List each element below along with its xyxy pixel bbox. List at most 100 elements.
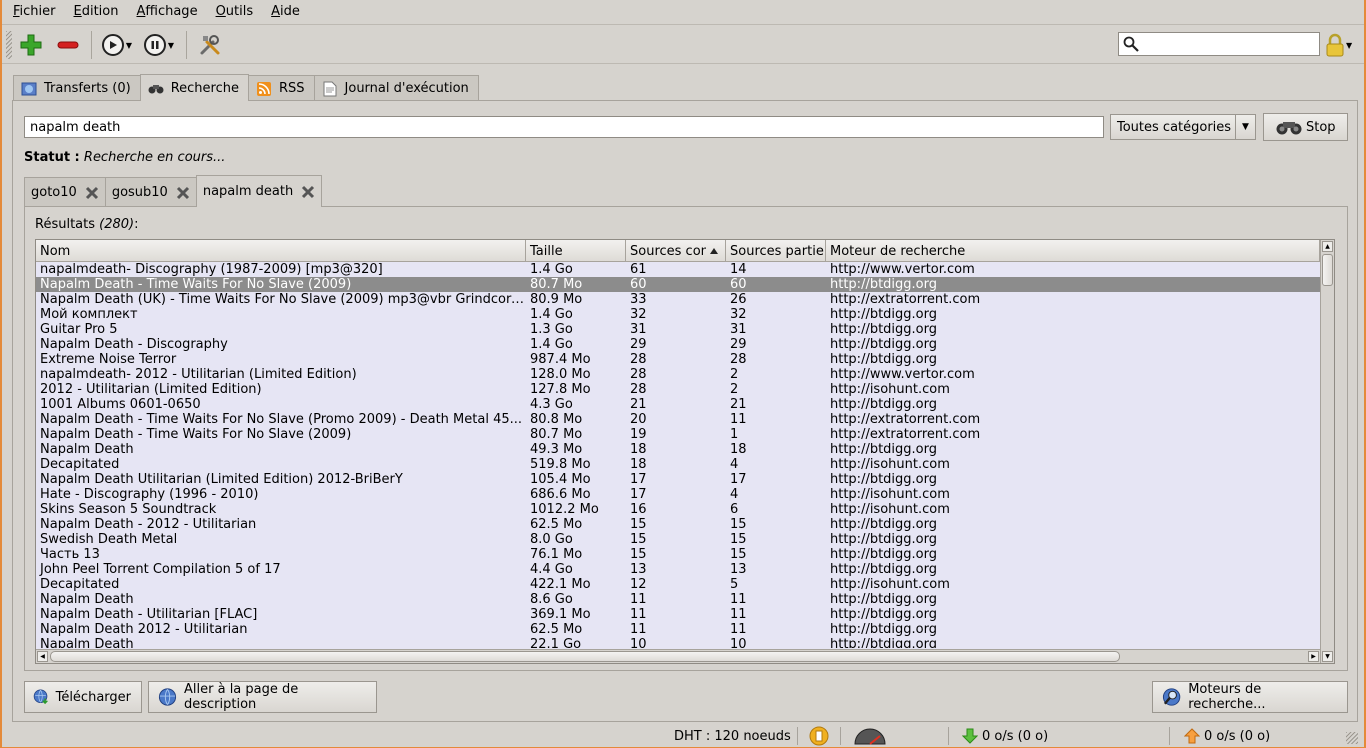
table-cell: 8.0 Go bbox=[530, 532, 573, 547]
toolbar-search[interactable] bbox=[1118, 32, 1320, 56]
table-row[interactable]: napalmdeath- 2012 - Utilitarian (Limited… bbox=[36, 367, 1320, 382]
horizontal-scrollbar[interactable]: ◀ ▶ bbox=[36, 649, 1320, 663]
column-header-taille[interactable]: Taille bbox=[526, 240, 626, 262]
table-cell: 29 bbox=[730, 337, 747, 352]
stop-button[interactable]: Stop bbox=[1263, 113, 1348, 141]
table-row[interactable]: John Peel Torrent Compilation 5 of 17 4.4… bbox=[36, 562, 1320, 577]
scroll-up-arrow[interactable]: ▲ bbox=[1322, 241, 1333, 252]
toolbar-search-input[interactable] bbox=[1141, 33, 1316, 55]
table-cell: 20 bbox=[630, 412, 647, 427]
scroll-thumb[interactable] bbox=[50, 651, 1120, 662]
table-cell: http://btdigg.org bbox=[830, 562, 937, 577]
column-header-sources-partielles[interactable]: Sources partielles bbox=[726, 240, 826, 262]
download-speed[interactable]: 0 o/s (0 o) bbox=[962, 724, 1048, 748]
start-button[interactable]: ▼ bbox=[100, 32, 134, 58]
table-row[interactable]: Napalm Death - Utilitarian [FLAC] 369.1 M… bbox=[36, 607, 1320, 622]
close-icon[interactable] bbox=[176, 186, 190, 200]
table-row[interactable]: Napalm Death 8.6 Go 11 11 http://btdigg.org bbox=[36, 592, 1320, 607]
scroll-down-arrow[interactable]: ▼ bbox=[1322, 651, 1333, 662]
table-row[interactable]: Napalm Death (UK) - Time Waits For No Sl… bbox=[36, 292, 1320, 307]
status-separator bbox=[840, 727, 841, 745]
menu-aide[interactable]: Aide bbox=[271, 4, 300, 19]
table-row[interactable]: Napalm Death 49.3 Mo 18 18 http://btdigg.org bbox=[36, 442, 1320, 457]
speed-limit-status[interactable] bbox=[853, 724, 887, 748]
table-cell: 60 bbox=[630, 277, 647, 292]
menu-edition[interactable]: Edition bbox=[74, 4, 119, 19]
download-button[interactable]: Télécharger bbox=[24, 681, 142, 713]
connection-status[interactable] bbox=[809, 724, 829, 748]
table-row[interactable]: Napalm Death - Time Waits For No Slave (… bbox=[36, 277, 1320, 292]
table-cell: 10 bbox=[630, 637, 647, 648]
table-row[interactable]: Skins Season 5 Soundtrack 1012.2 Mo 16 6 htt… bbox=[36, 502, 1320, 517]
table-row[interactable]: 1001 Albums 0601-0650 4.3 Go 21 21 http://bt… bbox=[36, 397, 1320, 412]
table-row[interactable]: Guitar Pro 5 1.3 Go 31 31 http://btdigg.org bbox=[36, 322, 1320, 337]
column-header-moteur[interactable]: Moteur de recherche bbox=[826, 240, 1320, 262]
tab-recherche[interactable]: Recherche bbox=[139, 74, 249, 101]
tab-label: Transferts (0) bbox=[44, 81, 131, 96]
table-row[interactable]: Napalm Death - Time Waits For No Slave (… bbox=[36, 427, 1320, 442]
table-cell: Napalm Death bbox=[40, 442, 134, 457]
chevron-down-icon: ▼ bbox=[167, 40, 175, 50]
search-query-input[interactable] bbox=[24, 116, 1104, 138]
table-cell: http://isohunt.com bbox=[830, 577, 950, 592]
search-tab-goto10[interactable]: goto10 bbox=[24, 177, 106, 207]
add-torrent-button[interactable] bbox=[18, 32, 44, 58]
table-cell: 31 bbox=[630, 322, 647, 337]
resize-grip[interactable] bbox=[1346, 732, 1358, 744]
category-select[interactable]: Toutes catégories ▼ bbox=[1110, 114, 1256, 140]
table-cell: 4.3 Go bbox=[530, 397, 573, 412]
scroll-left-arrow[interactable]: ◀ bbox=[37, 651, 48, 662]
pause-button[interactable]: ▼ bbox=[142, 32, 176, 58]
table-row[interactable]: Napalm Death - Time Waits For No Slave (… bbox=[36, 412, 1320, 427]
toolbar-grip[interactable] bbox=[6, 31, 12, 59]
table-row[interactable]: Napalm Death - Discography 1.4 Go 29 29 http… bbox=[36, 337, 1320, 352]
table-cell: 31 bbox=[730, 322, 747, 337]
column-header-sources-completes[interactable]: Sources complètes bbox=[626, 240, 726, 262]
table-row[interactable]: Hate - Discography (1996 - 2010) 686.6 Mo… bbox=[36, 487, 1320, 502]
menu-outils[interactable]: Outils bbox=[216, 4, 254, 19]
table-cell: 4 bbox=[730, 457, 739, 472]
vertical-scrollbar[interactable]: ▲ ▼ bbox=[1320, 240, 1334, 663]
search-engines-button[interactable]: Moteurs de recherche... bbox=[1152, 681, 1348, 713]
remove-torrent-button[interactable] bbox=[55, 32, 81, 58]
description-label: Aller à la page de description bbox=[184, 682, 299, 712]
search-tab-napalm-death[interactable]: napalm death bbox=[195, 175, 323, 207]
tab-journal[interactable]: Journal d'exécution bbox=[313, 75, 479, 101]
table-row[interactable]: Napalm Death Utilitarian (Limited Editio… bbox=[36, 472, 1320, 487]
upload-speed[interactable]: 0 o/s (0 o) bbox=[1184, 724, 1270, 748]
table-row[interactable]: Часть 13 76.1 Mo 15 15 http://btdigg.org bbox=[36, 547, 1320, 562]
description-button[interactable]: Aller à la page de description bbox=[148, 681, 377, 713]
table-row[interactable]: napalmdeath- Discography (1987-2009) [mp… bbox=[36, 262, 1320, 277]
menu-affichage[interactable]: Affichage bbox=[136, 4, 197, 19]
table-cell: 29 bbox=[630, 337, 647, 352]
table-row[interactable]: Decapitated 519.8 Mo 18 4 http://isohunt.com bbox=[36, 457, 1320, 472]
tab-transferts[interactable]: Transferts (0) bbox=[13, 75, 141, 101]
search-tab-gosub10[interactable]: gosub10 bbox=[104, 177, 197, 207]
table-row[interactable]: Swedish Death Metal 8.0 Go 15 15 http://btdi… bbox=[36, 532, 1320, 547]
table-row[interactable]: Napalm Death 22.1 Go 10 10 http://btdigg.org bbox=[36, 637, 1320, 648]
close-icon[interactable] bbox=[85, 186, 99, 200]
table-cell: Guitar Pro 5 bbox=[40, 322, 118, 337]
table-cell: 128.0 Mo bbox=[530, 367, 591, 382]
lock-icon bbox=[1326, 33, 1344, 57]
table-row[interactable]: Мой комплект 1.4 Go 32 32 http://btdigg.org bbox=[36, 307, 1320, 322]
tab-rss[interactable]: RSS bbox=[247, 75, 315, 101]
status-separator bbox=[1169, 727, 1170, 745]
search-tab-label: napalm death bbox=[202, 184, 294, 199]
table-row[interactable]: Decapitated 422.1 Mo 12 5 http://isohunt.com bbox=[36, 577, 1320, 592]
table-row[interactable]: 2012 - Utilitarian (Limited Edition) 127.… bbox=[36, 382, 1320, 397]
table-cell: http://btdigg.org bbox=[830, 337, 937, 352]
table-cell: 11 bbox=[630, 622, 647, 637]
table-row[interactable]: Napalm Death - 2012 - Utilitarian 62.5 Mo… bbox=[36, 517, 1320, 532]
table-row[interactable]: Napalm Death 2012 - Utilitarian 62.5 Mo 11… bbox=[36, 622, 1320, 637]
scroll-thumb[interactable] bbox=[1322, 254, 1333, 286]
table-row[interactable]: Extreme Noise Terror 987.4 Mo 28 28 http://b… bbox=[36, 352, 1320, 367]
menu-fichier[interactable]: Fichier bbox=[13, 4, 56, 19]
table-cell: http://btdigg.org bbox=[830, 352, 937, 367]
lock-button[interactable]: ▼ bbox=[1326, 33, 1354, 57]
options-button[interactable] bbox=[196, 32, 224, 58]
search-engines-label: Moteurs de recherche... bbox=[1188, 682, 1266, 712]
close-icon[interactable] bbox=[301, 185, 315, 199]
column-header-nom[interactable]: Nom bbox=[36, 240, 526, 262]
scroll-right-arrow[interactable]: ▶ bbox=[1308, 651, 1319, 662]
